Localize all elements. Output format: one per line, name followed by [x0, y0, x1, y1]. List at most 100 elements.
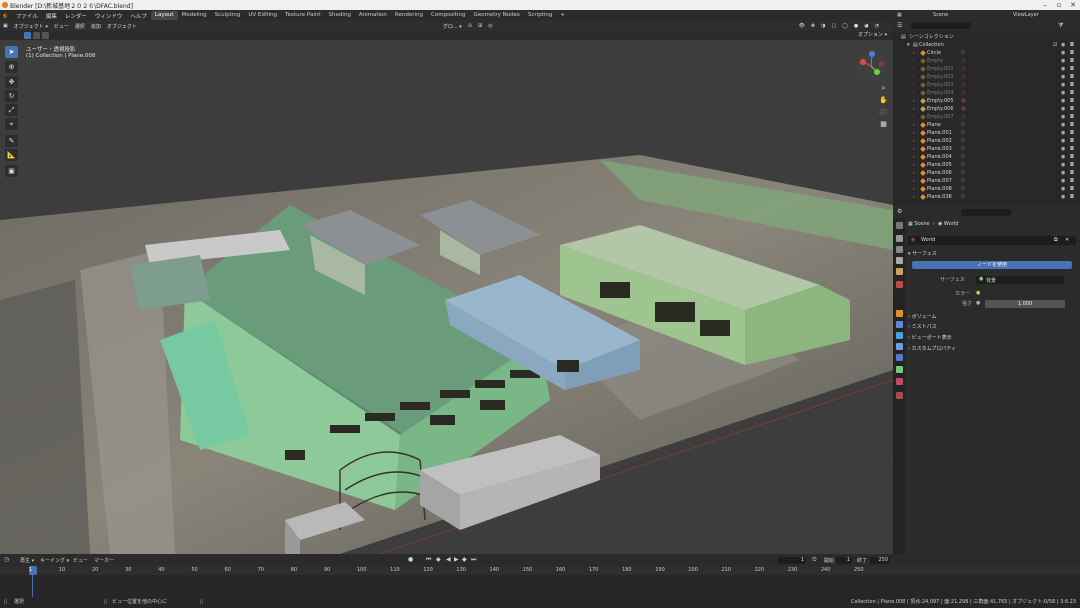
expand-icon[interactable]: › [913, 193, 915, 201]
next-keyframe-icon[interactable]: ◆ [462, 556, 467, 563]
visibility-eye-icon[interactable]: ◉ [1061, 177, 1065, 185]
tab-uv-editing[interactable]: UV Editing [244, 11, 281, 20]
render-camera-icon[interactable]: ◘ [1070, 57, 1074, 65]
render-camera-icon[interactable]: ◘ [1070, 153, 1074, 161]
tool-tab-icon[interactable] [896, 222, 903, 229]
use-nodes-button[interactable]: ノードを使用 [912, 261, 1072, 269]
scene-icon[interactable]: ▦ [897, 12, 902, 18]
menu-object[interactable]: オブジェクト [104, 23, 140, 30]
mist-panel-header[interactable]: › ミストパス [908, 323, 1076, 332]
modifier-tab-icon[interactable] [896, 321, 903, 328]
visibility-eye-icon[interactable]: ◉ [1061, 105, 1065, 113]
jump-start-icon[interactable]: ⏮ [426, 556, 431, 564]
pan-hand-icon[interactable]: ✋ [879, 96, 888, 105]
menu-add[interactable]: 追加 [88, 23, 104, 30]
tab-shading[interactable]: Shading [325, 11, 355, 20]
expand-icon[interactable]: › [913, 89, 915, 97]
outliner-item[interactable]: › Plane.004 ▽ ◉ ◘ [893, 153, 1080, 161]
visibility-eye-icon[interactable]: ◉ [1061, 97, 1065, 105]
outliner-item[interactable]: › Plane ▽ ◉ ◘ [893, 121, 1080, 129]
collection-checkbox-icon[interactable]: ☑ [1053, 41, 1057, 49]
transform-tool-icon[interactable]: ⌖ [5, 118, 18, 130]
visibility-eye-icon[interactable]: ◉ [1061, 73, 1065, 81]
keying-menu[interactable]: キーイング ▾ [40, 557, 69, 564]
visibility-eye-icon[interactable]: ◉ [1061, 161, 1065, 169]
jump-end-icon[interactable]: ⏭ [471, 556, 476, 564]
outliner-item[interactable]: › Empty.002 ▧ ◉ ◘ [893, 73, 1080, 81]
tab-layout[interactable]: Layout [150, 11, 178, 20]
visibility-eye-icon[interactable]: ◉ [1061, 169, 1065, 177]
timeline-body[interactable] [0, 575, 1080, 597]
render-camera-icon[interactable]: ◘ [1070, 81, 1074, 89]
expand-icon[interactable]: › [913, 161, 915, 169]
visibility-eye-icon[interactable]: ◉ [1061, 193, 1065, 201]
preview-range-icon[interactable]: ⏲ [812, 556, 817, 564]
menu-help[interactable]: ヘルプ [126, 12, 151, 20]
render-camera-icon[interactable]: ◘ [1070, 105, 1074, 113]
outliner-item[interactable]: › Plane.036 ▽ ◉ ◘ [893, 193, 1080, 201]
texture-tab-icon[interactable] [896, 392, 903, 399]
viewport-display-panel-header[interactable]: › ビューポート表示 [908, 334, 1076, 343]
expand-icon[interactable]: › [913, 121, 915, 129]
visibility-icon[interactable]: 👁 [796, 23, 808, 29]
object-tab-icon[interactable] [896, 310, 903, 317]
tab-sculpting[interactable]: Sculpting [211, 11, 245, 20]
visibility-eye-icon[interactable]: ◉ [1061, 145, 1065, 153]
filter-icon[interactable]: ⧩ [1058, 22, 1063, 30]
expand-icon[interactable]: › [913, 177, 915, 185]
select-mode-subtract-icon[interactable] [42, 32, 49, 39]
menu-window[interactable]: ウィンドウ [91, 12, 127, 20]
gizmo-icon[interactable]: ✥ [808, 23, 818, 29]
3d-viewport[interactable]: ユーザー・透視投影 (1) Collection | Plane.008 ➤ ⊕… [0, 40, 893, 554]
tab-scripting[interactable]: Scripting [524, 11, 556, 20]
xray-icon[interactable]: ▢ [829, 23, 840, 29]
expand-icon[interactable]: › [913, 145, 915, 153]
tab-animation[interactable]: Animation [355, 11, 391, 20]
particles-tab-icon[interactable] [896, 332, 903, 339]
visibility-eye-icon[interactable]: ◉ [1061, 57, 1065, 65]
scene-tab-icon[interactable] [896, 268, 903, 275]
options-dropdown[interactable]: オプション ▾ [858, 31, 887, 38]
menu-edit[interactable]: 編集 [42, 12, 61, 20]
menu-file[interactable]: ファイル [12, 12, 42, 20]
minimize-icon[interactable]: – [1038, 0, 1052, 10]
outliner-item[interactable]: › Plane.005 ▽ ◉ ◘ [893, 161, 1080, 169]
outliner-item[interactable]: › Empty.005 ▧ ◉ ◘ [893, 97, 1080, 105]
display-mode-icon[interactable]: ☰ [897, 22, 902, 29]
current-frame-field[interactable]: 1 [778, 557, 806, 564]
expand-icon[interactable]: › [913, 137, 915, 145]
outliner-item[interactable]: › Plane.007 ▽ ◉ ◘ [893, 177, 1080, 185]
prev-keyframe-icon[interactable]: ◆ [436, 556, 441, 563]
outliner-item[interactable]: › Empty.004 ▧ ◉ ◘ [893, 89, 1080, 97]
scene-selector[interactable]: Scene [933, 12, 948, 18]
physics-tab-icon[interactable] [896, 343, 903, 350]
outliner-item[interactable]: › Plane.002 ▽ ◉ ◘ [893, 137, 1080, 145]
volume-panel-header[interactable]: › ボリューム [908, 313, 1076, 322]
render-camera-icon[interactable]: ◘ [1070, 129, 1074, 137]
outliner-item[interactable]: › Plane.003 ▽ ◉ ◘ [893, 145, 1080, 153]
zoom-icon[interactable]: ⌕ [879, 84, 888, 93]
tab-geometry-nodes[interactable]: Geometry Nodes [469, 11, 523, 20]
visibility-eye-icon[interactable]: ◉ [1061, 41, 1065, 49]
pivot-icon[interactable]: ⊙ [465, 23, 475, 29]
mode-select[interactable]: オブジェクト ▾ [11, 23, 51, 30]
output-tab-icon[interactable] [896, 246, 903, 253]
render-camera-icon[interactable]: ◘ [1070, 145, 1074, 153]
outliner-item[interactable]: › Plane.001 ▽ ◉ ◘ [893, 129, 1080, 137]
render-camera-icon[interactable]: ◘ [1070, 161, 1074, 169]
custom-properties-panel-header[interactable]: › カスタムプロパティ [908, 345, 1076, 354]
shading-solid-icon[interactable]: ● [851, 23, 861, 29]
rotate-tool-icon[interactable]: ↻ [5, 90, 18, 102]
play-reverse-icon[interactable]: ◀ [446, 556, 451, 563]
orientation-select[interactable]: グロ... ▾ [440, 23, 465, 30]
render-camera-icon[interactable]: ◘ [1070, 113, 1074, 121]
render-camera-icon[interactable]: ◘ [1070, 65, 1074, 73]
visibility-eye-icon[interactable]: ◉ [1061, 113, 1065, 121]
render-camera-icon[interactable]: ◘ [1070, 177, 1074, 185]
visibility-eye-icon[interactable]: ◉ [1061, 153, 1065, 161]
color-swatch[interactable] [985, 290, 1065, 298]
fake-user-icon[interactable]: ⧉ [1054, 237, 1058, 243]
surface-panel-header[interactable]: ▾ サーフェス [908, 250, 1076, 259]
navigation-gizmo[interactable] [855, 50, 887, 82]
outliner-item[interactable]: › Plane.008 ▽ ◉ ◘ [893, 185, 1080, 193]
